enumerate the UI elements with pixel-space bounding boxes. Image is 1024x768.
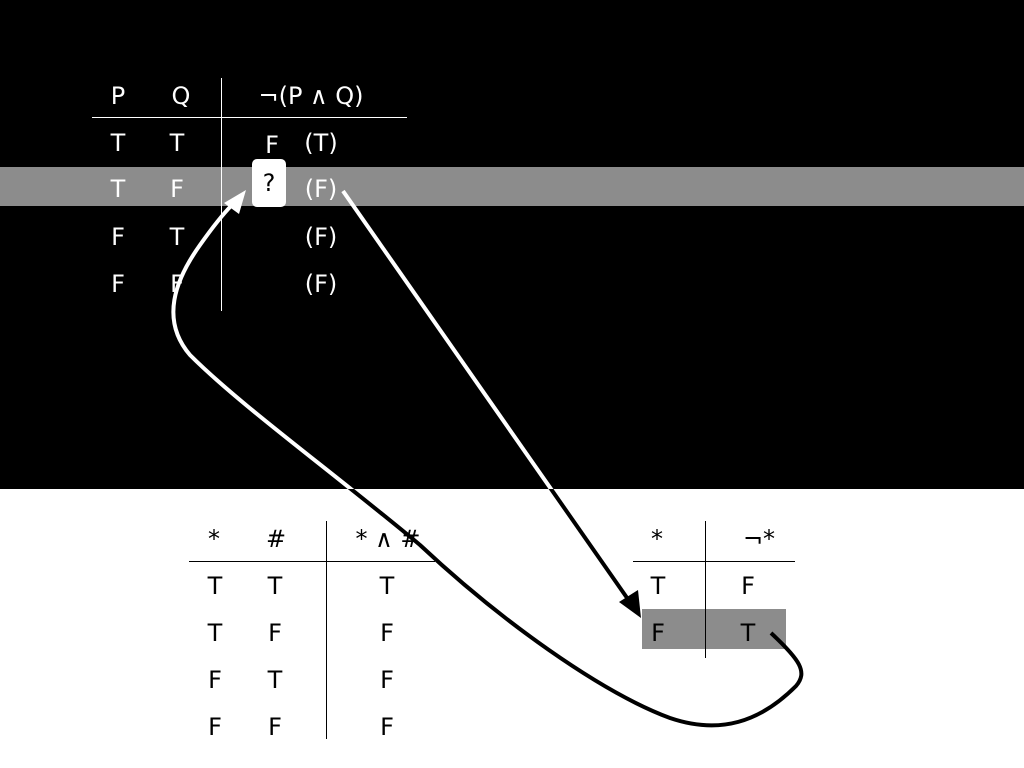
header-p: P [110,82,126,110]
and-r3-c3: F [380,666,394,694]
row3-p: F [111,223,125,251]
not-r1-c1: T [650,572,666,600]
and-r3-c1: F [208,666,222,694]
top-header-rule [92,117,407,118]
not-r2-c2: T [740,619,756,647]
header-negated-conjunction: ¬(P ∧ Q) [258,82,364,110]
row4-p: F [111,270,125,298]
and-r3-c2: T [267,666,283,694]
question-mark: ? [262,169,276,197]
and-header-hash: # [265,525,287,553]
not-r1-c2: F [741,572,755,600]
top-panel [0,0,1024,489]
row1-paren: (T) [304,129,338,157]
not-column-divider [705,521,706,658]
row1-p: T [110,129,126,157]
row3-paren: (F) [304,223,338,251]
and-r2-c2: F [268,619,282,647]
not-header-rule [633,561,795,562]
row2-q: F [170,175,184,203]
row2-p: T [110,175,126,203]
truth-table-diagram: P Q ¬(P ∧ Q) T T F (T) T F ? (F) F T (F)… [0,0,1024,768]
row2-paren: (F) [304,175,338,203]
and-r4-c3: F [380,713,394,741]
row1-q: T [169,129,185,157]
and-header-star: * [208,525,220,553]
and-r2-c1: T [207,619,223,647]
row1-result: F [265,131,279,159]
and-r2-c3: F [380,619,394,647]
not-header-star: * [651,525,663,553]
not-r2-c1: F [651,619,665,647]
and-column-divider [326,521,327,739]
row3-q: T [169,223,185,251]
and-r4-c2: F [268,713,282,741]
not-header-negation: ¬* [742,525,776,553]
and-header-rule [189,561,435,562]
and-r1-c1: T [207,572,223,600]
and-r1-c3: T [379,572,395,600]
highlighted-row-band [0,167,1024,206]
row4-paren: (F) [304,270,338,298]
header-q: Q [171,82,191,110]
top-column-divider [221,78,222,311]
row4-q: F [170,270,184,298]
and-r4-c1: F [208,713,222,741]
and-r1-c2: T [267,572,283,600]
bottom-panel [0,489,1024,768]
unknown-value-box: ? [252,159,286,207]
and-header-conjunction: * ∧ # [355,525,421,553]
